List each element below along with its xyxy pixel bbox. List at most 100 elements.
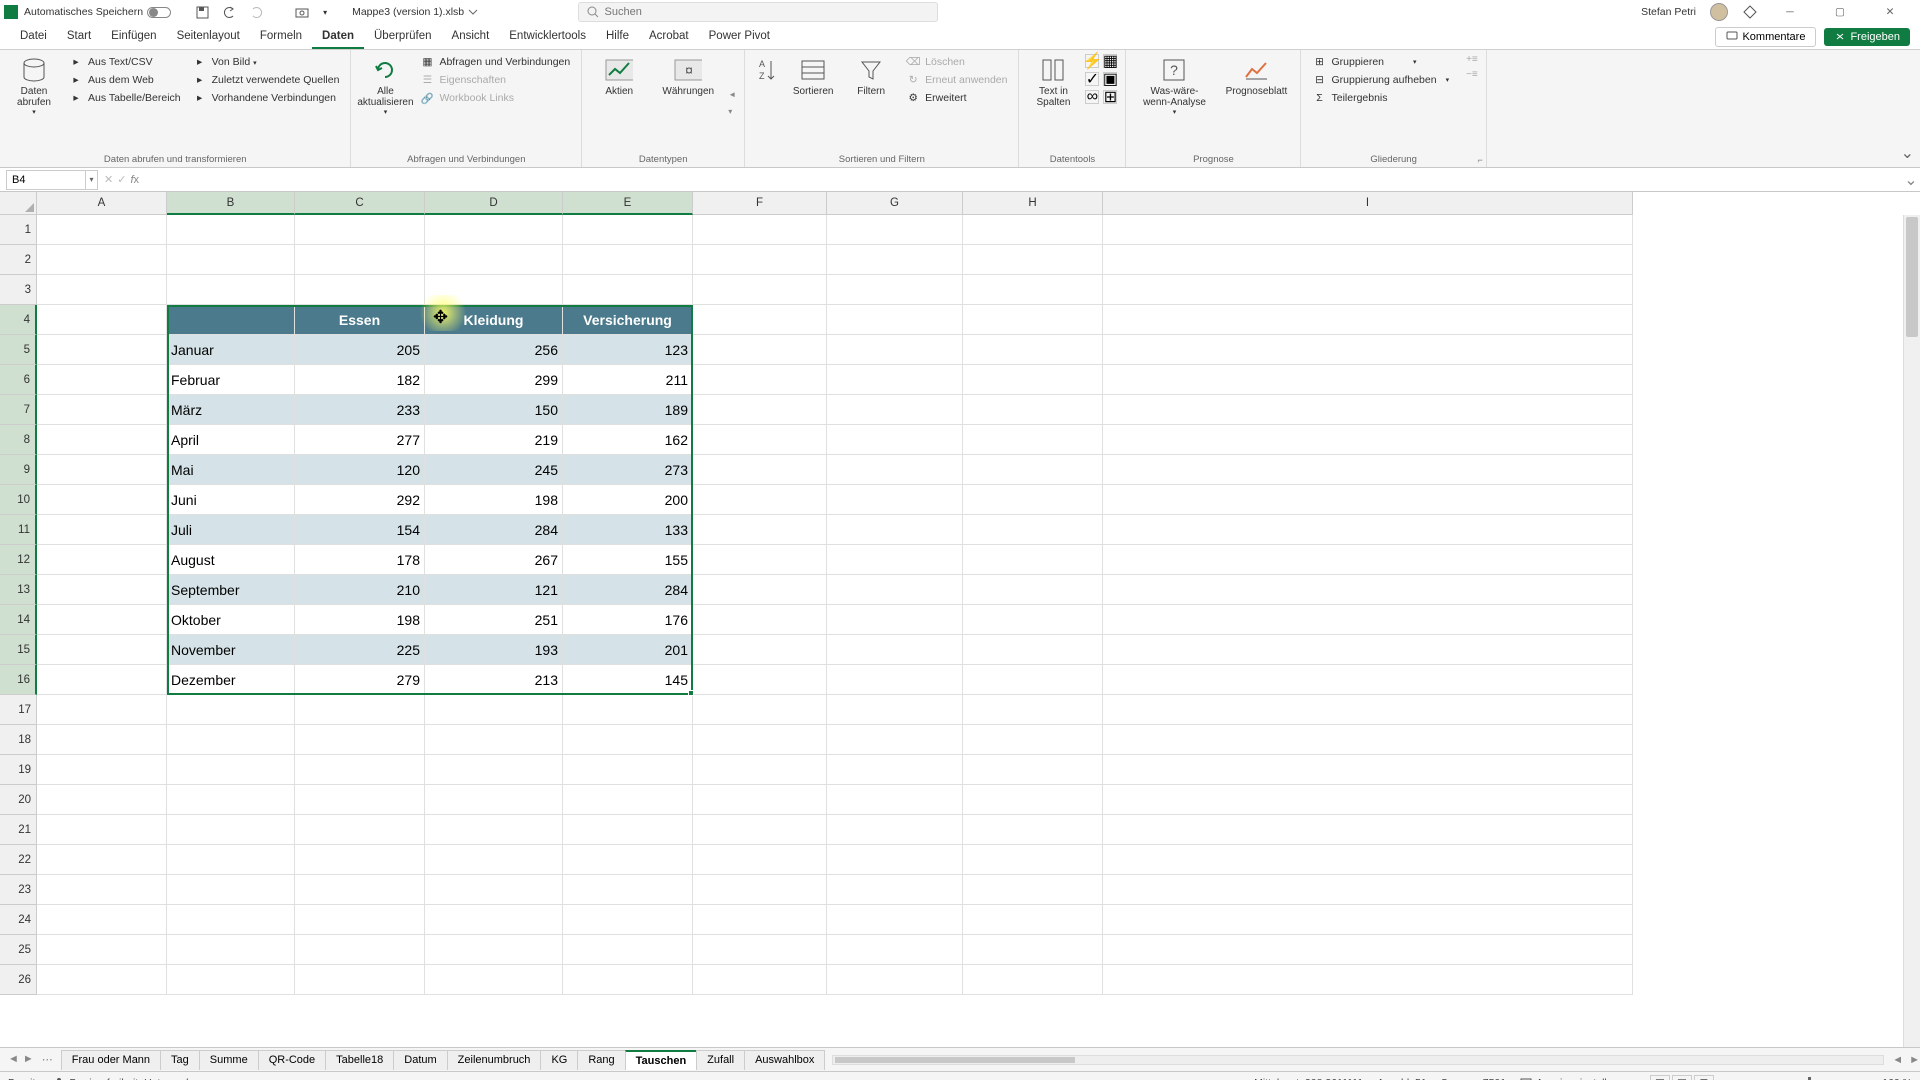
- cell[interactable]: [1103, 755, 1633, 785]
- avatar[interactable]: [1710, 3, 1728, 21]
- sheet-tab[interactable]: Summe: [199, 1050, 259, 1070]
- cell[interactable]: 205: [295, 335, 425, 365]
- cell[interactable]: [1103, 935, 1633, 965]
- row-header[interactable]: 22: [0, 845, 37, 875]
- cell[interactable]: [167, 935, 295, 965]
- cell[interactable]: [1103, 875, 1633, 905]
- ribbon-tab-start[interactable]: Start: [57, 26, 101, 49]
- ungroup-button[interactable]: ⊟Gruppierung aufheben ▾: [1309, 72, 1452, 88]
- cell[interactable]: [37, 335, 167, 365]
- confirm-formula-icon[interactable]: ✓: [117, 173, 126, 186]
- cell[interactable]: [1103, 815, 1633, 845]
- cell[interactable]: [693, 575, 827, 605]
- column-header[interactable]: F: [693, 192, 827, 215]
- row-header[interactable]: 5: [0, 335, 37, 365]
- cell[interactable]: [1103, 785, 1633, 815]
- minimize-button[interactable]: ─: [1772, 1, 1808, 23]
- camera-icon[interactable]: [290, 4, 314, 20]
- sheet-scroll-right-icon[interactable]: ►: [1909, 1054, 1920, 1066]
- sheet-nav-prev-icon[interactable]: ◄: [8, 1053, 19, 1066]
- cell[interactable]: [693, 815, 827, 845]
- cell[interactable]: 210: [295, 575, 425, 605]
- sheet-tab[interactable]: Tabelle18: [325, 1050, 394, 1070]
- cell[interactable]: 292: [295, 485, 425, 515]
- manage-data-model-icon[interactable]: ⊞: [1103, 90, 1117, 104]
- row-header[interactable]: 8: [0, 425, 37, 455]
- cell[interactable]: [37, 845, 167, 875]
- cell[interactable]: [1103, 635, 1633, 665]
- vertical-scrollbar[interactable]: [1903, 215, 1920, 1047]
- ribbon-tab-überprüfen[interactable]: Überprüfen: [364, 26, 442, 49]
- spreadsheet-grid[interactable]: ABCDEFGHI 123456789101112131415161718192…: [0, 192, 1920, 1047]
- row-header[interactable]: 25: [0, 935, 37, 965]
- column-header[interactable]: B: [167, 192, 295, 215]
- cell[interactable]: [295, 215, 425, 245]
- cell[interactable]: 120: [295, 455, 425, 485]
- cell[interactable]: 267: [425, 545, 563, 575]
- row-header[interactable]: 9: [0, 455, 37, 485]
- cell[interactable]: [827, 785, 963, 815]
- cell[interactable]: [1103, 425, 1633, 455]
- cell[interactable]: [167, 695, 295, 725]
- data-validation-icon[interactable]: ✓: [1085, 72, 1099, 86]
- cell[interactable]: [425, 695, 563, 725]
- flash-fill-icon[interactable]: ⚡: [1085, 54, 1099, 68]
- sheet-tab[interactable]: Frau oder Mann: [61, 1050, 161, 1070]
- cell[interactable]: [1103, 365, 1633, 395]
- cell[interactable]: Juli: [167, 515, 295, 545]
- cell[interactable]: [37, 635, 167, 665]
- cell[interactable]: Juni: [167, 485, 295, 515]
- cell[interactable]: [1103, 335, 1633, 365]
- cell[interactable]: [693, 365, 827, 395]
- cell[interactable]: Versicherung: [563, 305, 693, 335]
- cell[interactable]: [1103, 455, 1633, 485]
- cell[interactable]: [425, 755, 563, 785]
- cell[interactable]: [827, 905, 963, 935]
- cell[interactable]: [1103, 905, 1633, 935]
- cell[interactable]: 245: [425, 455, 563, 485]
- close-button[interactable]: ✕: [1872, 1, 1908, 23]
- cell[interactable]: [1103, 515, 1633, 545]
- cell[interactable]: [37, 425, 167, 455]
- cell[interactable]: [167, 965, 295, 995]
- ribbon-tab-formeln[interactable]: Formeln: [250, 26, 312, 49]
- cell[interactable]: [563, 875, 693, 905]
- cell[interactable]: 299: [425, 365, 563, 395]
- autosave-toggle[interactable]: [147, 7, 171, 18]
- cell[interactable]: 133: [563, 515, 693, 545]
- cell[interactable]: [963, 275, 1103, 305]
- cell[interactable]: [167, 215, 295, 245]
- comments-button[interactable]: Kommentare: [1715, 27, 1816, 47]
- select-all-corner[interactable]: [0, 192, 37, 215]
- cell[interactable]: [167, 875, 295, 905]
- row-header[interactable]: 23: [0, 875, 37, 905]
- zoom-out-button[interactable]: −: [1728, 1077, 1734, 1080]
- cell[interactable]: 201: [563, 635, 693, 665]
- cell[interactable]: [1103, 665, 1633, 695]
- row-header[interactable]: 24: [0, 905, 37, 935]
- page-layout-view-button[interactable]: ▤: [1672, 1075, 1692, 1080]
- cell[interactable]: [963, 305, 1103, 335]
- diamond-icon[interactable]: [1742, 4, 1758, 20]
- cell[interactable]: [37, 965, 167, 995]
- cell[interactable]: [827, 515, 963, 545]
- cell[interactable]: 256: [425, 335, 563, 365]
- cell[interactable]: 233: [295, 395, 425, 425]
- cell[interactable]: [963, 785, 1103, 815]
- fx-icon[interactable]: fx: [130, 174, 139, 186]
- get-data-option[interactable]: ▸Von Bild ▾: [190, 54, 343, 70]
- cell[interactable]: August: [167, 545, 295, 575]
- cell[interactable]: [963, 635, 1103, 665]
- cell[interactable]: 211: [563, 365, 693, 395]
- get-data-option[interactable]: ▸Aus dem Web: [66, 72, 184, 88]
- cell[interactable]: [37, 665, 167, 695]
- cell[interactable]: [1103, 485, 1633, 515]
- cell[interactable]: [1103, 965, 1633, 995]
- ribbon-tab-power pivot[interactable]: Power Pivot: [699, 26, 780, 49]
- hide-detail-icon[interactable]: −≡: [1466, 69, 1478, 80]
- ribbon-tab-daten[interactable]: Daten: [312, 26, 364, 49]
- row-header[interactable]: 17: [0, 695, 37, 725]
- cell[interactable]: [37, 215, 167, 245]
- cell[interactable]: 182: [295, 365, 425, 395]
- cell[interactable]: 284: [563, 575, 693, 605]
